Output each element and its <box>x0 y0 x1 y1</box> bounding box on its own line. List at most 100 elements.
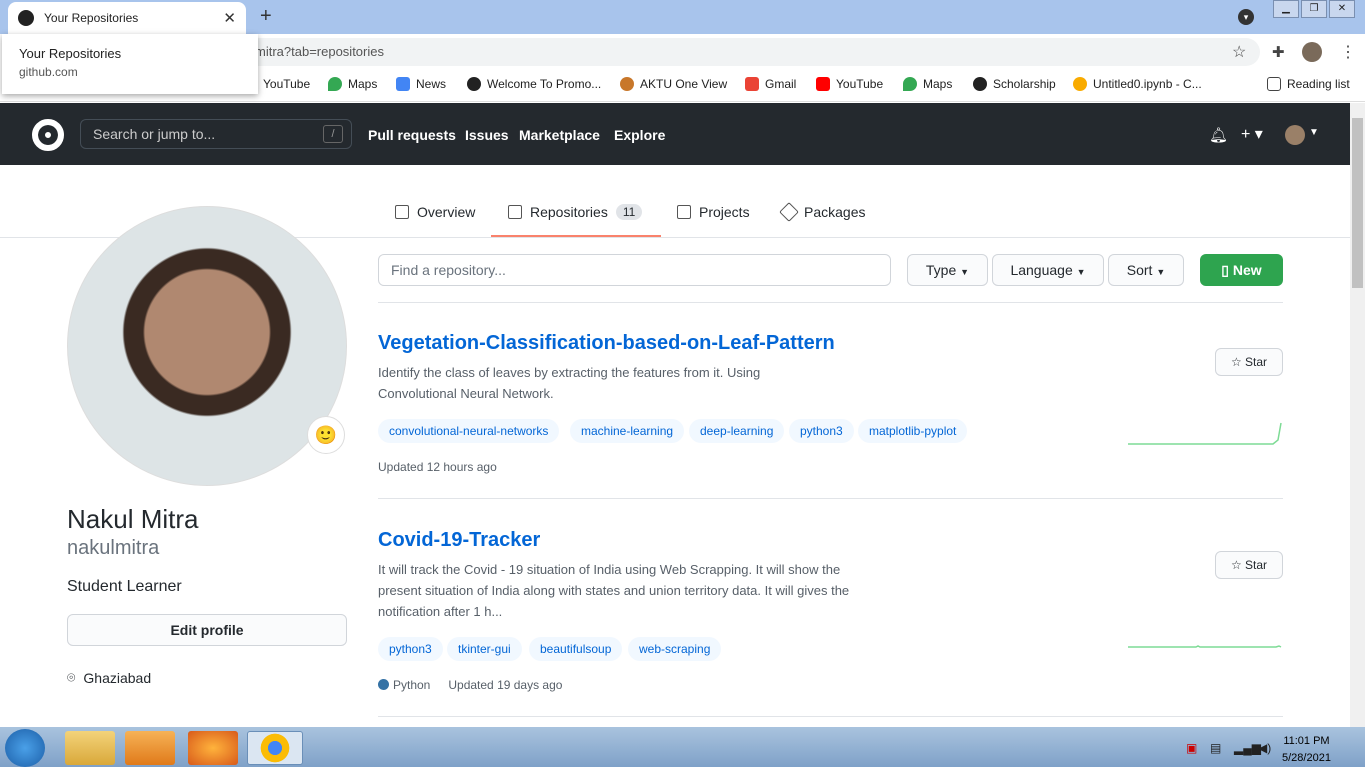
tab-search-icon[interactable]: ▾ <box>1238 9 1254 25</box>
activity-sparkline <box>1128 422 1282 445</box>
minimize-icon[interactable]: ▁ <box>1273 0 1299 18</box>
bookmark-item[interactable]: Gmail <box>745 77 796 91</box>
bookmark-star-icon[interactable]: ☆ <box>1232 42 1246 62</box>
bookmark-item[interactable]: YouTube <box>816 77 883 91</box>
restore-icon[interactable]: ❐ <box>1301 0 1327 18</box>
github-logo-icon[interactable] <box>32 119 64 151</box>
tab-label: Packages <box>804 204 866 220</box>
language-filter-dropdown[interactable]: Language ▼ <box>992 254 1104 286</box>
new-repository-button[interactable]: ▯ New <box>1200 254 1283 286</box>
star-button[interactable]: ☆ Star <box>1215 551 1283 579</box>
media-player-icon[interactable] <box>125 731 175 765</box>
reading-list[interactable]: Reading list <box>1267 77 1350 91</box>
profile-avatar[interactable] <box>67 206 347 486</box>
topic-tag[interactable]: web-scraping <box>628 637 722 661</box>
close-tab-icon[interactable]: ✕ <box>223 9 236 27</box>
location-pin-icon: ⌾ <box>67 669 76 685</box>
edit-profile-button[interactable]: Edit profile <box>67 614 347 646</box>
caret-down-icon: ▼ <box>1156 267 1166 277</box>
reading-list-icon <box>1267 77 1281 91</box>
star-label: Star <box>1245 558 1268 572</box>
bookmark-label: Gmail <box>765 77 797 91</box>
create-new-dropdown-icon[interactable]: + ▾ <box>1241 124 1263 144</box>
bookmark-label: AKTU One View <box>640 77 728 91</box>
github-search-input[interactable]: Search or jump to... <box>80 119 352 149</box>
star-button[interactable]: ☆ Star <box>1215 348 1283 376</box>
set-status-emoji-icon[interactable]: 🙂 <box>307 416 345 454</box>
nav-explore[interactable]: Explore <box>614 127 665 143</box>
topic-tag[interactable]: convolutional-neural-networks <box>378 419 560 443</box>
tab-overview[interactable]: Overview <box>395 204 475 220</box>
tab-packages[interactable]: Packages <box>779 202 866 222</box>
bookmark-item[interactable]: Untitled0.ipynb - C... <box>1073 77 1202 91</box>
system-clock[interactable]: 11:01 PM 5/28/2021 <box>1282 733 1331 767</box>
nav-marketplace[interactable]: Marketplace <box>519 127 600 143</box>
bookmark-label: YouTube <box>263 77 311 91</box>
sparkline-path <box>1128 645 1282 648</box>
repo-title-link[interactable]: Vegetation-Classification-based-on-Leaf-… <box>378 332 835 355</box>
nav-pull-requests[interactable]: Pull requests <box>368 127 456 143</box>
topic-tag[interactable]: beautifulsoup <box>529 637 623 661</box>
close-window-icon[interactable]: ✕ <box>1329 0 1355 18</box>
file-explorer-icon[interactable] <box>65 731 115 765</box>
user-avatar-menu[interactable] <box>1285 125 1305 145</box>
bookmark-item[interactable]: YouTube <box>263 77 310 91</box>
notifications-bell-icon[interactable]: 🔔︎ <box>1209 126 1228 144</box>
star-icon: ☆ <box>1230 355 1242 369</box>
tab-label: Projects <box>699 204 750 220</box>
dropdown-label: Type <box>925 262 957 278</box>
package-icon <box>779 202 799 222</box>
acrobat-tray-icon[interactable]: ▣ <box>1186 741 1197 755</box>
bookmark-item[interactable]: Scholarship <box>973 77 1056 91</box>
repo-title-link[interactable]: Covid-19-Tracker <box>378 529 540 552</box>
windows-start-icon[interactable] <box>5 729 45 767</box>
topic-tag[interactable]: deep-learning <box>689 419 785 443</box>
bookmark-item[interactable]: News <box>396 77 446 91</box>
extensions-icon[interactable]: ✚ <box>1272 43 1285 61</box>
type-filter-dropdown[interactable]: Type ▼ <box>907 254 988 286</box>
star-label: Star <box>1245 355 1268 369</box>
topic-tag[interactable]: matplotlib-pyplot <box>858 419 968 443</box>
browser-tab[interactable]: Your Repositories ✕ <box>8 2 246 34</box>
find-repository-input[interactable]: Find a repository... <box>378 254 891 286</box>
topic-tag[interactable]: python3 <box>789 419 854 443</box>
gmail-icon <box>745 77 759 91</box>
bookmark-item[interactable]: Welcome To Promo... <box>467 77 601 91</box>
device-tray-icon[interactable]: ▤ <box>1210 741 1221 755</box>
profile-bio: Student Learner <box>67 578 182 595</box>
volume-icon[interactable]: ◀) <box>1258 741 1271 755</box>
chrome-icon[interactable] <box>247 731 303 765</box>
bookmark-item[interactable]: AKTU One View <box>620 77 727 91</box>
chevron-down-icon[interactable]: ▼ <box>1309 127 1319 138</box>
sort-dropdown[interactable]: Sort ▼ <box>1108 254 1184 286</box>
browser-menu-icon[interactable]: ⋮ <box>1340 42 1356 62</box>
window-controls: ▁ ❐ ✕ <box>1273 0 1355 18</box>
browser-profile-avatar[interactable] <box>1302 42 1322 62</box>
topic-tag[interactable]: python3 <box>378 637 443 661</box>
bookmark-label: Maps <box>348 77 378 91</box>
tab-projects[interactable]: Projects <box>677 204 750 220</box>
youtube-icon <box>816 77 830 91</box>
dropdown-label: Language <box>1010 262 1073 278</box>
nav-issues[interactable]: Issues <box>465 127 509 143</box>
bookmark-item[interactable]: Maps <box>903 77 952 91</box>
divider <box>378 498 1283 499</box>
topic-tag[interactable]: machine-learning <box>570 419 685 443</box>
topic-tag[interactable]: tkinter-gui <box>447 637 522 661</box>
clock-time: 11:01 PM <box>1283 735 1330 747</box>
bookmark-item[interactable]: Maps <box>328 77 377 91</box>
tab-repositories[interactable]: Repositories 11 <box>508 204 643 220</box>
repo-icon <box>508 205 522 219</box>
repo-description: Identify the class of leaves by extracti… <box>378 365 761 401</box>
network-signal-icon[interactable]: ▂▄▆ <box>1234 741 1261 755</box>
firefox-icon[interactable] <box>188 731 238 765</box>
activity-sparkline <box>1128 645 1282 648</box>
tab-label: Overview <box>417 204 476 220</box>
python-language-dot-icon <box>378 679 389 690</box>
profile-username: nakulmitra <box>67 537 160 559</box>
language-label: Python <box>393 678 431 692</box>
new-tab-icon[interactable]: + <box>260 5 272 28</box>
repo-count-badge: 11 <box>615 204 643 220</box>
repo-icon: ▯ <box>1221 262 1230 278</box>
scrollbar-thumb[interactable] <box>1352 118 1363 288</box>
